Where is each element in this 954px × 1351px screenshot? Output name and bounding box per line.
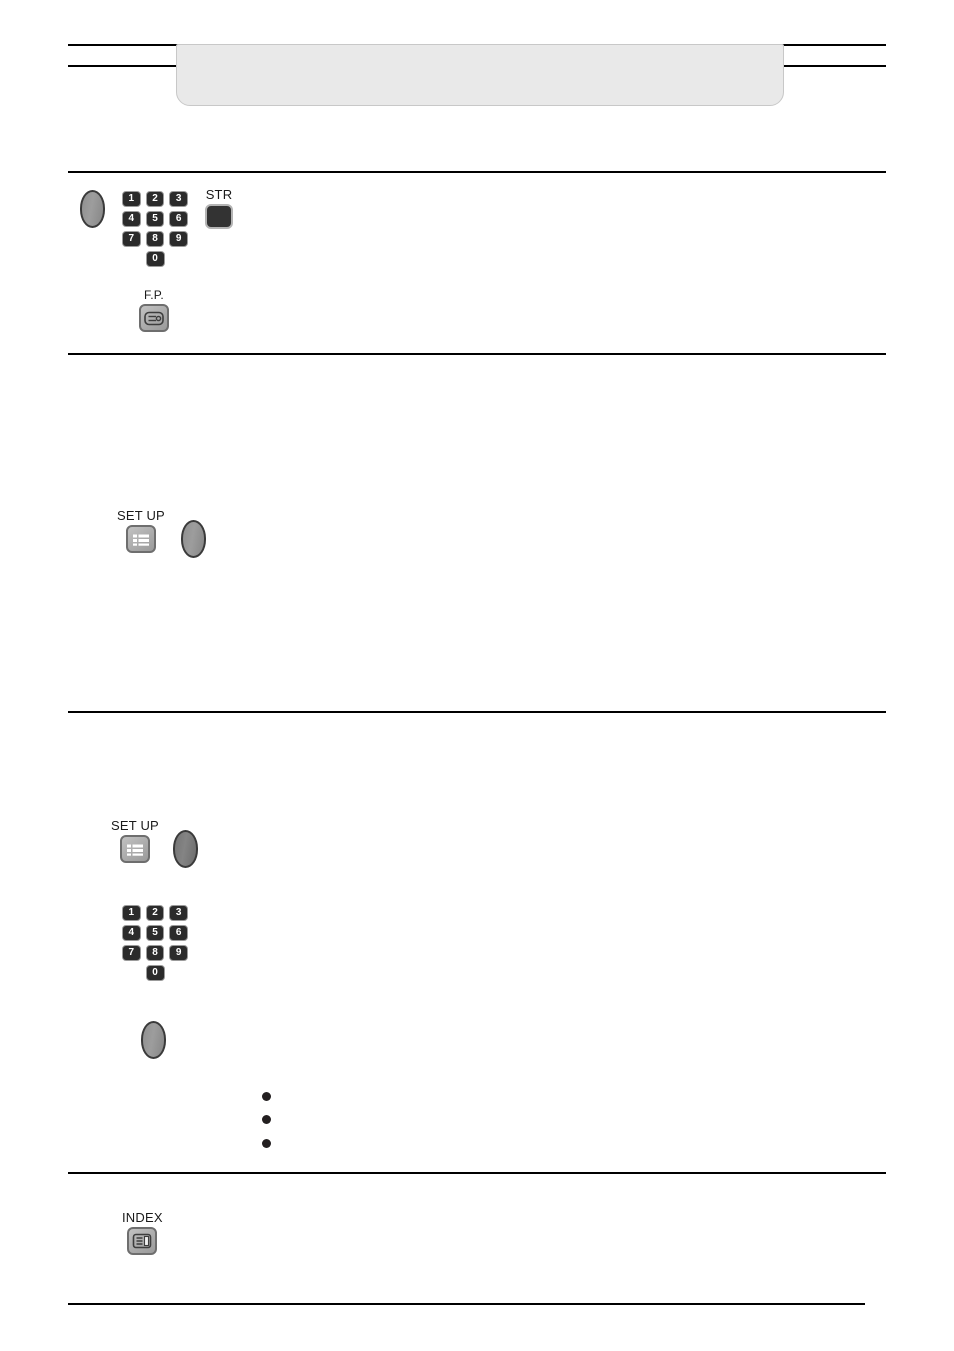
setup-button-label: SET UP [111, 818, 159, 833]
keypad-key-6[interactable]: 6 [169, 211, 189, 227]
soft-key-oval[interactable] [173, 830, 198, 868]
index-button-label: INDEX [122, 1210, 163, 1225]
index-button[interactable] [127, 1227, 158, 1255]
index-document-icon [132, 1233, 152, 1249]
rule-section-2 [68, 353, 886, 355]
menu-list-icon [125, 842, 145, 857]
keypad-row: 1 2 3 [122, 905, 189, 921]
setup-button-group-2: SET UP [111, 818, 159, 863]
keypad-key-7[interactable]: 7 [122, 231, 141, 247]
rule-section-3 [68, 711, 886, 713]
keypad-key-8[interactable]: 8 [145, 231, 165, 247]
keypad-key-0[interactable]: 0 [145, 251, 165, 267]
rule-section-4 [68, 1172, 886, 1174]
keypad-key-6[interactable]: 6 [169, 925, 189, 941]
document-page: 1 2 3 4 5 6 7 8 9 0 STR F.P. SET UP SET … [0, 0, 954, 1351]
keypad-key-5[interactable]: 5 [145, 211, 165, 227]
bullet-item-2 [262, 1115, 271, 1124]
keypad-key-4[interactable]: 4 [122, 211, 141, 227]
keypad-key-3[interactable]: 3 [169, 905, 189, 921]
keypad-key-2[interactable]: 2 [145, 191, 165, 207]
section-two-oval-key-group [181, 520, 206, 558]
bullet-item-3 [262, 1139, 271, 1148]
menu-list-icon [131, 532, 151, 547]
keypad-row: 0 [122, 965, 188, 981]
setup-button[interactable] [119, 835, 150, 863]
setup-button[interactable] [125, 525, 156, 553]
setup-button-group-1: SET UP [117, 508, 165, 553]
section-one-numeric-keypad: 1 2 3 4 5 6 7 8 9 0 [122, 191, 189, 271]
keypad-row: 7 8 9 [122, 231, 189, 247]
keypad-key-5[interactable]: 5 [145, 925, 165, 941]
str-button-label: STR [205, 187, 233, 202]
section-three-numeric-keypad: 1 2 3 4 5 6 7 8 9 0 [122, 905, 189, 985]
section-three-confirm-oval-key-group [141, 1021, 166, 1059]
index-button-group: INDEX [122, 1210, 163, 1255]
fp-button[interactable] [139, 304, 169, 332]
bullet-item-1 [262, 1092, 271, 1101]
section-one-oval-key-group [80, 190, 105, 228]
soft-key-oval[interactable] [141, 1021, 166, 1059]
str-button[interactable] [205, 204, 233, 229]
setup-button-label: SET UP [117, 508, 165, 523]
keypad-row: 1 2 3 [122, 191, 189, 207]
rule-section-1 [68, 171, 886, 173]
keypad-key-1[interactable]: 1 [122, 905, 141, 921]
fine-print-icon [144, 311, 164, 326]
keypad-key-9[interactable]: 9 [169, 945, 189, 961]
keypad-key-9[interactable]: 9 [169, 231, 189, 247]
keypad-key-8[interactable]: 8 [145, 945, 165, 961]
str-button-group: STR [205, 187, 233, 229]
keypad-row: 7 8 9 [122, 945, 189, 961]
keypad-key-7[interactable]: 7 [122, 945, 141, 961]
keypad-key-1[interactable]: 1 [122, 191, 141, 207]
keypad-key-0[interactable]: 0 [145, 965, 165, 981]
fp-button-group: F.P. [139, 288, 169, 332]
soft-key-oval[interactable] [181, 520, 206, 558]
header-banner [176, 44, 784, 106]
keypad-key-2[interactable]: 2 [145, 905, 165, 921]
keypad-row: 4 5 6 [122, 925, 189, 941]
keypad-key-3[interactable]: 3 [169, 191, 189, 207]
keypad-row: 0 [122, 251, 188, 267]
rule-bottom [68, 1303, 865, 1305]
keypad-row: 4 5 6 [122, 211, 189, 227]
keypad-key-4[interactable]: 4 [122, 925, 141, 941]
soft-key-oval[interactable] [80, 190, 105, 228]
section-three-oval-key-group [173, 830, 198, 868]
fp-button-label: F.P. [144, 288, 164, 302]
